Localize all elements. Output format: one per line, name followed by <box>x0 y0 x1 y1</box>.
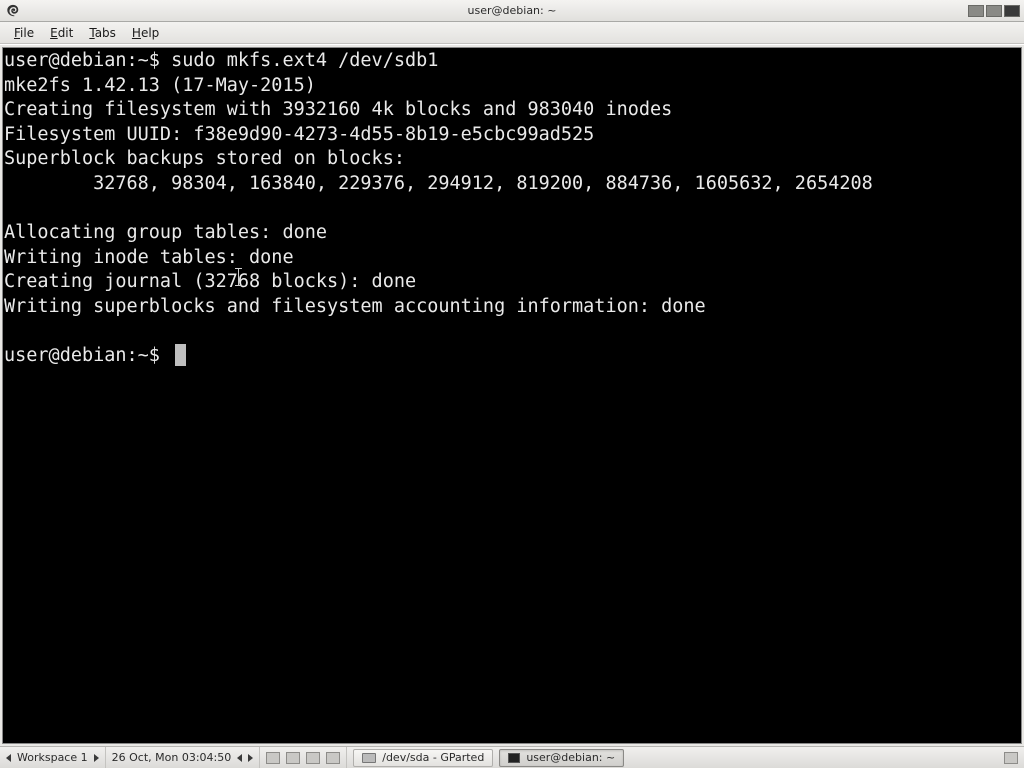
workspace-next-icon[interactable] <box>94 754 99 762</box>
output-line: 32768, 98304, 163840, 229376, 294912, 81… <box>4 173 873 194</box>
output-line: Writing inode tables: done <box>4 247 605 268</box>
top-system-panel: user@debian: ~ <box>0 0 1024 22</box>
task-gparted-label: /dev/sda - GParted <box>382 751 484 764</box>
task-terminal[interactable]: user@debian: ~ <box>499 749 624 767</box>
output-line: Filesystem UUID: f38e9d90-4273-4d55-8b19… <box>4 124 594 145</box>
output-line: mke2fs 1.42.13 (17-May-2015) <box>4 75 316 96</box>
workspace-switcher[interactable]: Workspace 1 <box>0 747 106 768</box>
debian-swirl-icon[interactable] <box>4 2 22 20</box>
menu-tabs[interactable]: Tabs <box>83 24 122 42</box>
tray-indicator-2[interactable] <box>986 5 1002 17</box>
clock-prev-icon[interactable] <box>237 754 242 762</box>
workspace-label: Workspace 1 <box>17 751 88 764</box>
workspace-prev-icon[interactable] <box>6 754 11 762</box>
top-panel-title: user@debian: ~ <box>0 4 1024 17</box>
launcher-files[interactable] <box>306 752 320 764</box>
tray-indicator-1[interactable] <box>968 5 984 17</box>
prompt-2: user@debian:~$ <box>4 345 160 366</box>
prompt-1: user@debian:~$ <box>4 50 160 71</box>
output-line: Superblock backups stored on blocks: <box>4 148 416 169</box>
show-desktop-button[interactable] <box>266 752 280 764</box>
terminal-icon <box>508 753 520 763</box>
task-gparted[interactable]: /dev/sda - GParted <box>353 749 493 767</box>
tray-item[interactable] <box>1004 752 1018 764</box>
menu-help[interactable]: Help <box>126 24 165 42</box>
output-line: Creating filesystem with 3932160 4k bloc… <box>4 99 672 120</box>
menu-file[interactable]: File <box>8 24 40 42</box>
terminal-window: user@debian:~$ sudo mkfs.ext4 /dev/sdb1 … <box>0 44 1024 746</box>
tray-indicator-3[interactable] <box>1004 5 1020 17</box>
task-terminal-label: user@debian: ~ <box>526 751 615 764</box>
clock-applet[interactable]: 26 Oct, Mon 03:04:50 <box>106 747 261 768</box>
output-line: Allocating group tables: done <box>4 222 639 243</box>
menu-edit[interactable]: Edit <box>44 24 79 42</box>
quicklaunch <box>260 747 347 768</box>
command-line: sudo mkfs.ext4 /dev/sdb1 <box>171 50 438 71</box>
clock-next-icon[interactable] <box>248 754 253 762</box>
terminal-cursor <box>175 344 186 366</box>
task-list: /dev/sda - GParted user@debian: ~ <box>347 749 998 767</box>
output-line: Creating journal (32768 blocks): done <box>4 271 416 292</box>
terminal-viewport[interactable]: user@debian:~$ sudo mkfs.ext4 /dev/sdb1 … <box>2 47 1022 744</box>
system-tray <box>998 752 1024 764</box>
output-line: Writing superblocks and filesystem accou… <box>4 296 706 317</box>
terminal-menubar: File Edit Tabs Help <box>0 22 1024 44</box>
bottom-system-panel: Workspace 1 26 Oct, Mon 03:04:50 /dev/sd… <box>0 746 1024 768</box>
clock-text: 26 Oct, Mon 03:04:50 <box>112 751 232 764</box>
top-panel-tray <box>968 5 1024 17</box>
launcher-web[interactable] <box>326 752 340 764</box>
launcher-terminal[interactable] <box>286 752 300 764</box>
disk-icon <box>362 753 376 763</box>
